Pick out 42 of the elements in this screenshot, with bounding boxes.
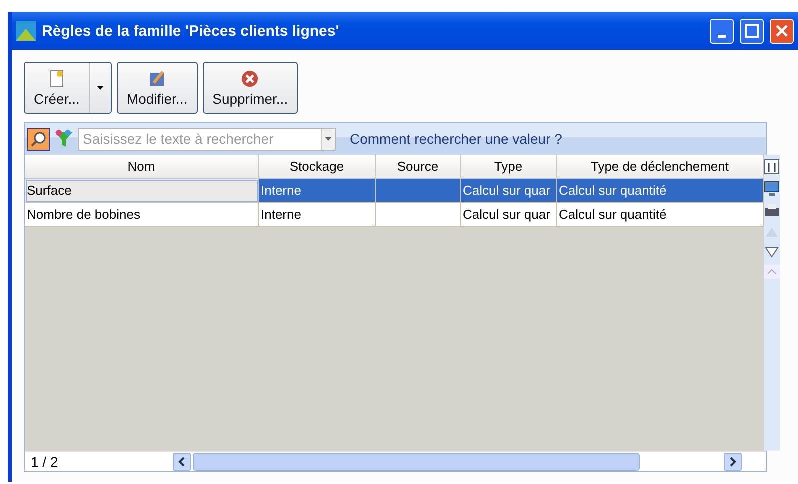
search-icon	[30, 131, 46, 147]
maximize-button[interactable]	[740, 18, 764, 44]
record-counter: 1 / 2	[30, 454, 60, 470]
minimize-button[interactable]	[710, 18, 734, 44]
maximize-icon	[745, 24, 759, 38]
table-cell: Calcul sur quantité	[557, 203, 764, 227]
edit-icon	[148, 70, 166, 88]
app-logo-icon	[16, 21, 36, 41]
window-title: Règles de la famille 'Pièces clients lignes'	[42, 22, 340, 40]
filter-icon[interactable]	[54, 129, 74, 149]
table-cell: Surface	[25, 179, 259, 203]
search-button[interactable]	[27, 128, 50, 150]
table-cell: Nombre de bobines	[25, 203, 259, 227]
table-cell: Calcul sur quantité	[557, 179, 764, 203]
toolbar-button[interactable]: Créer...	[24, 62, 112, 114]
caret-icon	[96, 86, 104, 90]
column-settings-icon[interactable]	[764, 159, 780, 175]
toolbar-button[interactable]: Supprimer...	[202, 62, 298, 114]
scrollbar-thumb[interactable]	[193, 452, 640, 470]
table-cell: Interne	[259, 203, 376, 227]
table-cell: Interne	[259, 179, 376, 203]
close-button[interactable]	[770, 18, 794, 44]
close-icon	[775, 24, 789, 38]
search-field[interactable]: Saisissez le texte à rechercher	[78, 128, 336, 150]
down-arrow-icon[interactable]	[764, 245, 780, 259]
toolbar-button[interactable]: Modifier...	[116, 62, 198, 114]
column-header[interactable]: Nom	[25, 155, 259, 179]
monitor-icon[interactable]	[764, 181, 780, 197]
column-header[interactable]: Type	[461, 155, 557, 179]
column-header[interactable]: Source	[376, 155, 461, 179]
new-document-icon	[48, 70, 66, 88]
scroll-left-button[interactable]	[173, 452, 191, 470]
table-cell: Calcul sur quar	[461, 203, 557, 227]
column-header[interactable]: Stockage	[259, 155, 376, 179]
minimize-icon	[718, 34, 726, 38]
dropdown-caret-icon	[325, 137, 332, 141]
scroll-right-button[interactable]	[724, 452, 742, 470]
column-header[interactable]: Type de déclenchement	[557, 155, 764, 179]
help-link[interactable]: Comment rechercher une valeur ?	[350, 131, 562, 147]
delete-icon	[241, 70, 260, 88]
printer-icon[interactable]	[764, 203, 780, 219]
table-cell: Calcul sur quar	[461, 179, 557, 203]
